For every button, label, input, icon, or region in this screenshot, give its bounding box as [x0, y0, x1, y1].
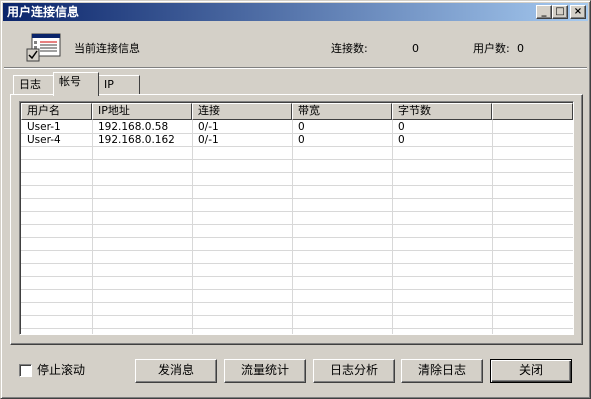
cell-connection: 0/-1 [198, 121, 219, 133]
grid-line [21, 159, 573, 160]
clear-log-button[interactable]: 清除日志 [401, 359, 483, 383]
column-header-extra[interactable] [492, 103, 573, 120]
grid-line [92, 120, 93, 334]
account-list[interactable]: 用户名 IP地址 连接 带宽 字节数 User-1 192.168.0.58 0… [19, 101, 574, 335]
cell-username: User-4 [27, 134, 61, 146]
tab-log[interactable]: 日志 [13, 75, 55, 95]
stop-scroll-checkbox[interactable] [19, 364, 32, 377]
list-header: 用户名 IP地址 连接 带宽 字节数 [21, 103, 573, 120]
user-connection-window: 用户连接信息 _ □ × 当前连接信息 连接数: 0 用户数: 0 日志 帐号 … [0, 0, 591, 399]
connections-count-label: 连接数: [331, 42, 368, 55]
grid-line [21, 185, 573, 186]
cell-extra [492, 121, 573, 134]
grid-line [192, 120, 193, 334]
grid-line [21, 250, 573, 251]
column-header-ip[interactable]: IP地址 [92, 103, 192, 120]
grid-line [21, 172, 573, 173]
column-header-bytes[interactable]: 字节数 [392, 103, 492, 120]
cell-bandwidth: 0 [298, 121, 305, 133]
cell-bytes: 0 [398, 121, 405, 133]
grid-line [21, 198, 573, 199]
traffic-stats-button[interactable]: 流量统计 [224, 359, 306, 383]
header-divider [4, 67, 587, 69]
grid-line [292, 120, 293, 334]
title-bar[interactable]: 用户连接信息 _ □ × [3, 3, 588, 21]
maximize-button[interactable]: □ [552, 5, 568, 19]
cell-ip: 192.168.0.58 [98, 121, 169, 133]
stop-scroll-label[interactable]: 停止滚动 [37, 364, 85, 377]
column-header-username[interactable]: 用户名 [21, 103, 92, 120]
cell-bandwidth: 0 [298, 134, 305, 146]
column-header-connection[interactable]: 连接 [192, 103, 292, 120]
grid-line [21, 276, 573, 277]
column-header-bandwidth[interactable]: 带宽 [292, 103, 392, 120]
grid-line [21, 211, 573, 212]
minimize-button[interactable]: _ [536, 5, 552, 19]
table-row[interactable]: User-4 192.168.0.162 0/-1 0 0 [21, 134, 573, 147]
cell-connection: 0/-1 [198, 134, 219, 146]
grid-line [21, 328, 573, 329]
grid-line [21, 302, 573, 303]
current-connection-label: 当前连接信息 [74, 42, 140, 55]
users-count-label: 用户数: [473, 42, 510, 55]
tab-account[interactable]: 帐号 [53, 72, 99, 96]
close-button[interactable]: 关闭 [490, 359, 572, 383]
table-row[interactable]: User-1 192.168.0.58 0/-1 0 0 [21, 121, 573, 134]
users-count-value: 0 [517, 42, 524, 55]
grid-line [21, 224, 573, 225]
grid-line [392, 120, 393, 334]
cell-bytes: 0 [398, 134, 405, 146]
tab-ip[interactable]: IP [98, 75, 140, 95]
log-analysis-button[interactable]: 日志分析 [313, 359, 395, 383]
cell-username: User-1 [27, 121, 61, 133]
cell-ip: 192.168.0.162 [98, 134, 175, 146]
close-window-button[interactable]: × [570, 5, 586, 19]
send-message-button[interactable]: 发消息 [135, 359, 217, 383]
connection-info-icon [26, 33, 61, 62]
grid-line [21, 263, 573, 264]
cell-extra [492, 134, 573, 147]
grid-line [492, 120, 493, 334]
window-title: 用户连接信息 [7, 5, 80, 19]
grid-line [21, 315, 573, 316]
grid-line [21, 237, 573, 238]
grid-line [21, 289, 573, 290]
connections-count-value: 0 [412, 42, 419, 55]
